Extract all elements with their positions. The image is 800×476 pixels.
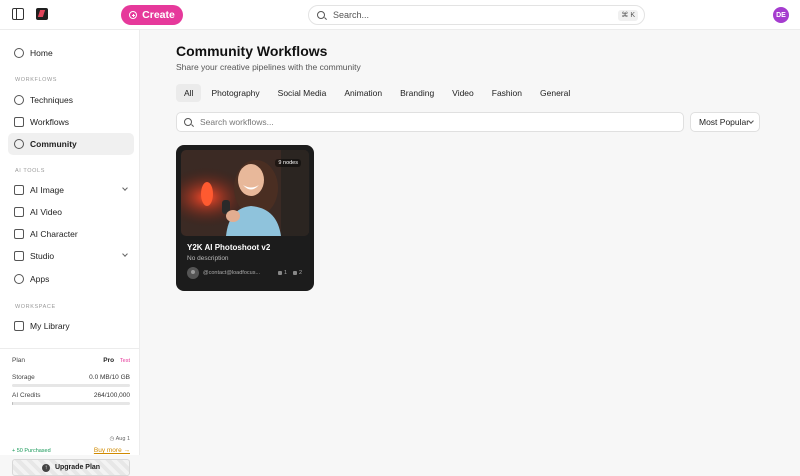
tab-general[interactable]: General [532,84,578,102]
sidebar-item-studio[interactable]: Studio [8,245,134,267]
tab-animation[interactable]: Animation [336,84,390,102]
credits-value: 264/100,000 [94,392,130,399]
plan-tag: Test [120,358,130,364]
app-logo[interactable] [36,8,48,20]
sidebar-item-apps[interactable]: Apps [8,268,134,290]
sidebar-item-ai-image[interactable]: AI Image [8,179,134,201]
sidebar-item-ai-video[interactable]: AI Video [8,201,134,223]
create-button[interactable]: Create [121,5,183,25]
buy-more-link[interactable]: Buy more → [94,447,130,454]
workflow-thumbnail: 9 nodes [181,150,309,236]
tab-photography[interactable]: Photography [203,84,267,102]
sidebar: Home WORKFLOWS Techniques Workflows Comm… [0,30,140,455]
plan-panel: Plan Pro Test Storage 0.0 MB/10 GB AI Cr… [0,348,140,455]
tab-branding[interactable]: Branding [392,84,442,102]
plan-name: Pro [103,357,114,364]
search-shortcut-badge: ⌘ K [618,10,638,21]
plan-label: Plan [12,357,25,364]
upgrade-arrow-icon: ↑ [42,464,50,472]
sidebar-item-ai-character[interactable]: AI Character [8,223,134,245]
page-subtitle: Share your creative pipelines with the c… [176,62,361,72]
sidebar-item-community[interactable]: Community [8,133,134,155]
workflow-icon [14,117,24,127]
views-stat: 2 [293,270,302,276]
sidebar-item-label: Techniques [30,95,73,105]
storage-label: Storage [12,374,35,381]
sidebar-item-label: Studio [30,251,54,261]
user-avatar[interactable]: DE [773,7,789,23]
eye-icon [293,271,297,275]
sidebar-item-label: Community [30,139,77,149]
sidebar-item-label: AI Video [30,207,62,217]
workflow-description: No description [187,255,229,262]
storage-bar [12,384,130,387]
storage-value: 0.0 MB/10 GB [89,374,130,381]
sidebar-item-label: AI Image [30,185,64,195]
global-search-input[interactable]: Search... ⌘ K [308,5,645,25]
sort-select[interactable]: Most Popular [690,112,760,132]
copy-icon [278,271,282,275]
sidebar-toggle-icon[interactable] [12,8,24,20]
plus-circle-icon [129,11,137,19]
search-icon [184,118,192,126]
plan-row: Plan Pro Test [12,357,130,364]
sidebar-item-label: Home [30,48,53,58]
top-bar: Create Search... ⌘ K DE [0,0,800,30]
workflow-title: Y2K AI Photoshoot v2 [187,243,270,252]
sidebar-item-label: My Library [30,321,70,331]
sidebar-item-techniques[interactable]: Techniques [8,89,134,111]
video-icon [14,207,24,217]
chevron-down-icon [122,251,128,257]
tab-fashion[interactable]: Fashion [484,84,530,102]
character-icon [14,229,24,239]
studio-icon [14,251,24,261]
likes-count: 1 [284,270,287,276]
author-avatar [187,267,199,279]
sidebar-item-label: Apps [30,274,49,284]
page-title: Community Workflows [176,43,327,59]
search-icon [317,11,325,19]
storage-row: Storage 0.0 MB/10 GB [12,374,130,381]
tab-social-media[interactable]: Social Media [270,84,335,102]
tab-all[interactable]: All [176,84,201,102]
credits-row: AI Credits 264/100,000 [12,392,130,399]
library-icon [14,321,24,331]
home-icon [14,48,24,58]
sort-value: Most Popular [699,117,749,127]
credits-reset-date: ◷ Aug 1 [110,436,130,442]
create-button-label: Create [142,9,175,21]
category-tabs: All Photography Social Media Animation B… [176,84,578,102]
purchased-credits: + 50 Purchased [12,448,51,454]
global-search-placeholder: Search... [333,10,369,20]
section-label-workspace: WORKSPACE [15,304,56,310]
credits-label: AI Credits [12,392,41,399]
upgrade-plan-button[interactable]: ↑ Upgrade Plan [12,459,130,476]
workflow-search-placeholder: Search workflows... [200,117,274,127]
chevron-down-icon [122,185,128,191]
section-label-ai-tools: AI TOOLS [15,168,45,174]
sidebar-item-label: AI Character [30,229,78,239]
likes-stat: 1 [278,270,287,276]
palette-icon [14,95,24,105]
image-icon [14,185,24,195]
author-name[interactable]: @contact@loadfocus... [203,270,260,276]
workflow-card[interactable]: 9 nodes Y2K AI Photoshoot v2 No descript… [176,145,314,291]
sidebar-item-workflows[interactable]: Workflows [8,111,134,133]
workflow-search-input[interactable]: Search workflows... [176,112,684,132]
sidebar-item-label: Workflows [30,117,69,127]
users-icon [14,139,24,149]
nodes-count-badge: 9 nodes [275,159,301,167]
sidebar-item-my-library[interactable]: My Library [8,315,134,337]
upgrade-label: Upgrade Plan [55,464,100,471]
tab-video[interactable]: Video [444,84,482,102]
apps-icon [14,274,24,284]
section-label-workflows: WORKFLOWS [15,77,57,83]
views-count: 2 [299,270,302,276]
sidebar-item-home[interactable]: Home [8,42,134,64]
reset-date-text: Aug 1 [116,436,130,442]
credits-bar [12,402,130,405]
